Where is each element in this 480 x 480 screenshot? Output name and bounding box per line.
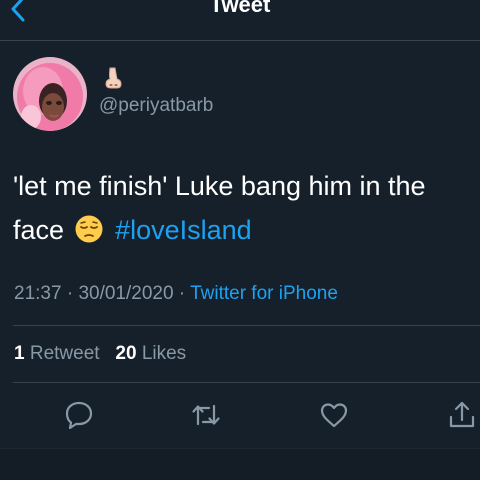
tweet-detail-screen: Tweet @periyatbarb 'let me finish' Luke … [0,0,480,480]
meta-separator: · [173,283,191,304]
speech-bubble-icon [65,401,93,430]
hashtag-link[interactable]: #loveIsland [115,215,252,245]
divider [13,382,480,383]
retweets-stat[interactable]: 1 Retweet [14,343,100,364]
reply-bar [0,448,480,480]
nose-emoji-icon [101,66,125,90]
tweet-text-word: face [13,215,65,245]
heart-icon [320,403,348,428]
tweet-text-line-1: 'let me finish' Luke bang him in the [13,171,426,201]
author-avatar[interactable] [13,57,87,131]
tweet-time: 21:37 [14,283,62,304]
retweet-button[interactable] [190,399,222,431]
reply-button[interactable] [63,399,95,431]
author-handle[interactable]: @periyatbarb [99,95,213,117]
tweet-meta: 21:37 · 30/01/2020 · Twitter for iPhone [14,283,338,305]
tweet-text-line-2: face #loveIsland [13,208,473,252]
retweet-arrows-icon [192,404,220,426]
page-title: Tweet [209,0,271,17]
divider [13,325,480,326]
top-nav-bar: Tweet [0,0,480,41]
share-upload-icon [449,401,475,428]
pensive-face-emoji-icon [74,213,104,243]
likes-stat[interactable]: 20 Likes [115,343,186,364]
meta-separator: · [61,283,79,304]
retweets-count: 1 [14,343,25,364]
tweet-stats: 1 Retweet 20 Likes [14,343,186,365]
retweets-label: Retweet [29,343,100,364]
tweet-date: 30/01/2020 [78,283,174,304]
likes-label: Likes [141,343,187,364]
share-button[interactable] [446,399,478,431]
tweet-source-link[interactable]: Twitter for iPhone [190,283,338,304]
likes-count: 20 [115,343,137,364]
tweet-body: 'let me finish' Luke bang him in the fac… [13,164,473,252]
like-button[interactable] [318,399,350,431]
